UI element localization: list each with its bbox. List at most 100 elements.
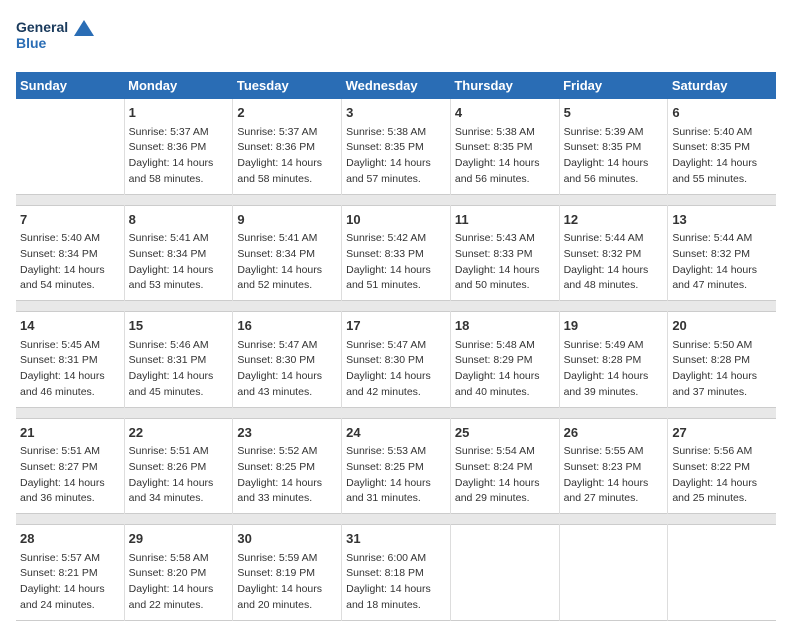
day-info-line: Daylight: 14 hours [455, 476, 555, 492]
day-info-line: Sunset: 8:25 PM [237, 460, 337, 476]
day-number: 6 [672, 103, 772, 123]
day-info-line: and 54 minutes. [20, 278, 120, 294]
header-cell-tuesday: Tuesday [233, 72, 342, 99]
day-info-line: Sunrise: 5:57 AM [20, 551, 120, 567]
day-info-line: and 24 minutes. [20, 598, 120, 614]
page-header: General Blue [16, 16, 776, 60]
calendar-table: SundayMondayTuesdayWednesdayThursdayFrid… [16, 72, 776, 621]
day-cell: 20Sunrise: 5:50 AMSunset: 8:28 PMDayligh… [668, 312, 776, 408]
day-info-line: Sunset: 8:32 PM [564, 247, 664, 263]
day-cell: 28Sunrise: 5:57 AMSunset: 8:21 PMDayligh… [16, 525, 124, 621]
day-info-line: Sunrise: 5:47 AM [237, 338, 337, 354]
day-info-line: Sunrise: 5:38 AM [455, 125, 555, 141]
day-info-line: Daylight: 14 hours [129, 476, 229, 492]
day-cell: 1Sunrise: 5:37 AMSunset: 8:36 PMDaylight… [124, 99, 233, 194]
day-info-line: Daylight: 14 hours [129, 369, 229, 385]
day-info-line: and 56 minutes. [455, 172, 555, 188]
day-info-line: Sunrise: 5:38 AM [346, 125, 446, 141]
day-info-line: Daylight: 14 hours [455, 369, 555, 385]
day-info-line: Sunset: 8:25 PM [346, 460, 446, 476]
day-info-line: and 57 minutes. [346, 172, 446, 188]
calendar-body: 1Sunrise: 5:37 AMSunset: 8:36 PMDaylight… [16, 99, 776, 620]
day-info-line: and 18 minutes. [346, 598, 446, 614]
day-info-line: and 43 minutes. [237, 385, 337, 401]
day-number: 8 [129, 210, 229, 230]
day-info-line: and 58 minutes. [237, 172, 337, 188]
day-number: 4 [455, 103, 555, 123]
day-cell: 18Sunrise: 5:48 AMSunset: 8:29 PMDayligh… [450, 312, 559, 408]
day-info-line: Sunset: 8:28 PM [672, 353, 772, 369]
day-info-line: Sunset: 8:30 PM [346, 353, 446, 369]
day-info-line: Daylight: 14 hours [20, 369, 120, 385]
week-row-2: 7Sunrise: 5:40 AMSunset: 8:34 PMDaylight… [16, 205, 776, 301]
day-info-line: Sunset: 8:32 PM [672, 247, 772, 263]
day-info-line: Sunrise: 5:52 AM [237, 444, 337, 460]
day-info-line: and 42 minutes. [346, 385, 446, 401]
day-cell: 22Sunrise: 5:51 AMSunset: 8:26 PMDayligh… [124, 418, 233, 514]
day-info-line: Sunrise: 5:37 AM [129, 125, 229, 141]
day-info-line: Sunrise: 5:54 AM [455, 444, 555, 460]
day-info-line: Sunset: 8:36 PM [129, 140, 229, 156]
day-info-line: Sunrise: 5:44 AM [672, 231, 772, 247]
day-info-line: Daylight: 14 hours [564, 156, 664, 172]
day-info-line: Daylight: 14 hours [564, 476, 664, 492]
row-separator [16, 194, 776, 205]
day-info-line: Sunrise: 5:49 AM [564, 338, 664, 354]
day-info-line: Daylight: 14 hours [346, 156, 446, 172]
day-number: 9 [237, 210, 337, 230]
day-info-line: Sunset: 8:35 PM [672, 140, 772, 156]
day-number: 31 [346, 529, 446, 549]
day-info-line: and 52 minutes. [237, 278, 337, 294]
day-cell: 17Sunrise: 5:47 AMSunset: 8:30 PMDayligh… [342, 312, 451, 408]
day-info-line: Sunrise: 5:40 AM [20, 231, 120, 247]
day-info-line: Sunset: 8:35 PM [564, 140, 664, 156]
day-info-line: and 25 minutes. [672, 491, 772, 507]
day-info-line: Sunset: 8:24 PM [455, 460, 555, 476]
day-info-line: Daylight: 14 hours [237, 369, 337, 385]
day-info-line: Daylight: 14 hours [564, 369, 664, 385]
day-info-line: Sunrise: 5:40 AM [672, 125, 772, 141]
day-number: 28 [20, 529, 120, 549]
day-info-line: Sunrise: 5:41 AM [237, 231, 337, 247]
day-number: 30 [237, 529, 337, 549]
day-cell: 29Sunrise: 5:58 AMSunset: 8:20 PMDayligh… [124, 525, 233, 621]
day-info-line: Sunrise: 5:51 AM [129, 444, 229, 460]
header-cell-thursday: Thursday [450, 72, 559, 99]
day-info-line: Sunset: 8:26 PM [129, 460, 229, 476]
day-info-line: and 20 minutes. [237, 598, 337, 614]
day-cell: 10Sunrise: 5:42 AMSunset: 8:33 PMDayligh… [342, 205, 451, 301]
day-cell [450, 525, 559, 621]
day-info-line: and 33 minutes. [237, 491, 337, 507]
day-info-line: Daylight: 14 hours [20, 582, 120, 598]
day-info-line: Sunset: 8:31 PM [20, 353, 120, 369]
day-cell: 8Sunrise: 5:41 AMSunset: 8:34 PMDaylight… [124, 205, 233, 301]
day-info-line: and 55 minutes. [672, 172, 772, 188]
day-info-line: Daylight: 14 hours [20, 263, 120, 279]
day-cell: 15Sunrise: 5:46 AMSunset: 8:31 PMDayligh… [124, 312, 233, 408]
day-number: 15 [129, 316, 229, 336]
day-cell: 19Sunrise: 5:49 AMSunset: 8:28 PMDayligh… [559, 312, 668, 408]
day-info-line: Sunrise: 5:47 AM [346, 338, 446, 354]
day-info-line: Sunrise: 5:59 AM [237, 551, 337, 567]
day-info-line: and 37 minutes. [672, 385, 772, 401]
day-info-line: and 51 minutes. [346, 278, 446, 294]
day-info-line: Sunrise: 5:43 AM [455, 231, 555, 247]
day-cell: 27Sunrise: 5:56 AMSunset: 8:22 PMDayligh… [668, 418, 776, 514]
day-cell: 24Sunrise: 5:53 AMSunset: 8:25 PMDayligh… [342, 418, 451, 514]
day-info-line: and 58 minutes. [129, 172, 229, 188]
day-info-line: Daylight: 14 hours [672, 476, 772, 492]
day-number: 16 [237, 316, 337, 336]
day-cell: 31Sunrise: 6:00 AMSunset: 8:18 PMDayligh… [342, 525, 451, 621]
day-number: 25 [455, 423, 555, 443]
day-cell: 7Sunrise: 5:40 AMSunset: 8:34 PMDaylight… [16, 205, 124, 301]
day-number: 22 [129, 423, 229, 443]
week-row-1: 1Sunrise: 5:37 AMSunset: 8:36 PMDaylight… [16, 99, 776, 194]
day-info-line: Sunset: 8:34 PM [237, 247, 337, 263]
day-number: 18 [455, 316, 555, 336]
day-info-line: Daylight: 14 hours [346, 369, 446, 385]
header-cell-wednesday: Wednesday [342, 72, 451, 99]
day-info-line: Sunrise: 5:50 AM [672, 338, 772, 354]
day-number: 24 [346, 423, 446, 443]
day-number: 21 [20, 423, 120, 443]
day-info-line: Daylight: 14 hours [672, 369, 772, 385]
